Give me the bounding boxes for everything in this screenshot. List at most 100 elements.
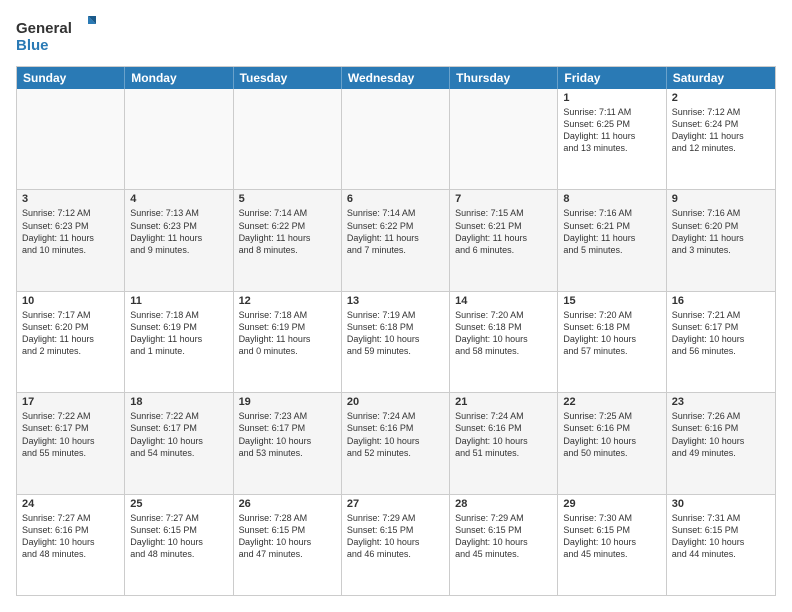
day-number: 10 [22,295,119,307]
day-number: 26 [239,498,336,510]
day-number: 3 [22,193,119,205]
calendar-cell: 24 Sunrise: 7:27 AMSunset: 6:16 PMDayligh… [17,495,125,595]
calendar-row-5: 24 Sunrise: 7:27 AMSunset: 6:16 PMDayligh… [17,494,775,595]
calendar-cell: 26Sunrise: 7:28 AMSunset: 6:15 PMDayligh… [234,495,342,595]
day-info: Sunrise: 7:27 AMSunset: 6:16 PMDaylight:… [22,512,119,561]
day-number: 13 [347,295,444,307]
page: General Blue SundayMondayTuesdayWednesda… [0,0,792,612]
calendar-cell [125,89,233,189]
day-info: Sunrise: 7:12 AMSunset: 6:24 PMDaylight:… [672,106,770,155]
calendar-cell: 20 Sunrise: 7:24 AMSunset: 6:16 PMDayligh… [342,393,450,493]
day-number: 18 [130,396,227,408]
calendar-row-3: 10 Sunrise: 7:17 AMSunset: 6:20 PMDayligh… [17,291,775,392]
calendar-cell: 6 Sunrise: 7:14 AMSunset: 6:22 PMDaylight… [342,190,450,290]
calendar-cell [342,89,450,189]
weekday-header-sunday: Sunday [17,67,125,89]
day-number: 7 [455,193,552,205]
day-info: Sunrise: 7:29 AMSunset: 6:15 PMDaylight:… [347,512,444,561]
day-number: 8 [563,193,660,205]
day-info: Sunrise: 7:16 AMSunset: 6:21 PMDaylight:… [563,207,660,256]
day-number: 24 [22,498,119,510]
day-number: 12 [239,295,336,307]
calendar-cell: 21 Sunrise: 7:24 AMSunset: 6:16 PMDayligh… [450,393,558,493]
day-info: Sunrise: 7:25 AMSunset: 6:16 PMDaylight:… [563,410,660,459]
calendar-header: SundayMondayTuesdayWednesdayThursdayFrid… [17,67,775,89]
day-info: Sunrise: 7:31 AMSunset: 6:15 PMDaylight:… [672,512,770,561]
day-number: 22 [563,396,660,408]
calendar-cell: 25 Sunrise: 7:27 AMSunset: 6:15 PMDayligh… [125,495,233,595]
calendar-body: 1Sunrise: 7:11 AMSunset: 6:25 PMDaylight… [17,89,775,595]
day-number: 17 [22,396,119,408]
calendar-cell: 1Sunrise: 7:11 AMSunset: 6:25 PMDaylight… [558,89,666,189]
calendar-cell [17,89,125,189]
calendar-cell: 19 Sunrise: 7:23 AMSunset: 6:17 PMDayligh… [234,393,342,493]
day-number: 14 [455,295,552,307]
calendar: SundayMondayTuesdayWednesdayThursdayFrid… [16,66,776,596]
weekday-header-wednesday: Wednesday [342,67,450,89]
day-info: Sunrise: 7:24 AMSunset: 6:16 PMDaylight:… [347,410,444,459]
calendar-cell: 3Sunrise: 7:12 AMSunset: 6:23 PMDaylight… [17,190,125,290]
calendar-cell: 14Sunrise: 7:20 AMSunset: 6:18 PMDayligh… [450,292,558,392]
calendar-cell: 28 Sunrise: 7:29 AMSunset: 6:15 PMDayligh… [450,495,558,595]
calendar-row-2: 3Sunrise: 7:12 AMSunset: 6:23 PMDaylight… [17,189,775,290]
day-number: 25 [130,498,227,510]
calendar-cell: 8 Sunrise: 7:16 AMSunset: 6:21 PMDaylight… [558,190,666,290]
day-number: 23 [672,396,770,408]
day-info: Sunrise: 7:13 AMSunset: 6:23 PMDaylight:… [130,207,227,256]
day-number: 5 [239,193,336,205]
calendar-cell: 15 Sunrise: 7:20 AMSunset: 6:18 PMDayligh… [558,292,666,392]
day-info: Sunrise: 7:29 AMSunset: 6:15 PMDaylight:… [455,512,552,561]
day-info: Sunrise: 7:21 AMSunset: 6:17 PMDaylight:… [672,309,770,358]
weekday-header-monday: Monday [125,67,233,89]
calendar-cell: 23 Sunrise: 7:26 AMSunset: 6:16 PMDayligh… [667,393,775,493]
calendar-cell: 13Sunrise: 7:19 AMSunset: 6:18 PMDayligh… [342,292,450,392]
calendar-cell: 27 Sunrise: 7:29 AMSunset: 6:15 PMDayligh… [342,495,450,595]
day-number: 27 [347,498,444,510]
day-info: Sunrise: 7:14 AMSunset: 6:22 PMDaylight:… [347,207,444,256]
day-info: Sunrise: 7:30 AMSunset: 6:15 PMDaylight:… [563,512,660,561]
calendar-cell [234,89,342,189]
day-number: 2 [672,92,770,104]
calendar-cell: 29 Sunrise: 7:30 AMSunset: 6:15 PMDayligh… [558,495,666,595]
calendar-cell: 22 Sunrise: 7:25 AMSunset: 6:16 PMDayligh… [558,393,666,493]
calendar-cell: 12Sunrise: 7:18 AMSunset: 6:19 PMDayligh… [234,292,342,392]
day-number: 1 [563,92,660,104]
weekday-header-thursday: Thursday [450,67,558,89]
calendar-cell: 7 Sunrise: 7:15 AMSunset: 6:21 PMDaylight… [450,190,558,290]
svg-text:General: General [16,20,72,37]
day-number: 29 [563,498,660,510]
calendar-cell: 17Sunrise: 7:22 AMSunset: 6:17 PMDayligh… [17,393,125,493]
day-number: 21 [455,396,552,408]
day-number: 28 [455,498,552,510]
day-number: 20 [347,396,444,408]
calendar-row-4: 17Sunrise: 7:22 AMSunset: 6:17 PMDayligh… [17,392,775,493]
calendar-cell: 30Sunrise: 7:31 AMSunset: 6:15 PMDayligh… [667,495,775,595]
header: General Blue [16,16,776,56]
day-number: 4 [130,193,227,205]
calendar-cell: 10 Sunrise: 7:17 AMSunset: 6:20 PMDayligh… [17,292,125,392]
svg-text:Blue: Blue [16,37,49,54]
calendar-cell: 18Sunrise: 7:22 AMSunset: 6:17 PMDayligh… [125,393,233,493]
calendar-row-1: 1Sunrise: 7:11 AMSunset: 6:25 PMDaylight… [17,89,775,189]
day-info: Sunrise: 7:16 AMSunset: 6:20 PMDaylight:… [672,207,770,256]
day-number: 19 [239,396,336,408]
calendar-cell: 16Sunrise: 7:21 AMSunset: 6:17 PMDayligh… [667,292,775,392]
day-info: Sunrise: 7:15 AMSunset: 6:21 PMDaylight:… [455,207,552,256]
day-info: Sunrise: 7:24 AMSunset: 6:16 PMDaylight:… [455,410,552,459]
day-info: Sunrise: 7:26 AMSunset: 6:16 PMDaylight:… [672,410,770,459]
calendar-cell [450,89,558,189]
weekday-header-saturday: Saturday [667,67,775,89]
logo-svg: General Blue [16,16,96,56]
weekday-header-friday: Friday [558,67,666,89]
day-info: Sunrise: 7:14 AMSunset: 6:22 PMDaylight:… [239,207,336,256]
day-info: Sunrise: 7:27 AMSunset: 6:15 PMDaylight:… [130,512,227,561]
calendar-cell: 5 Sunrise: 7:14 AMSunset: 6:22 PMDaylight… [234,190,342,290]
day-info: Sunrise: 7:17 AMSunset: 6:20 PMDaylight:… [22,309,119,358]
day-number: 6 [347,193,444,205]
calendar-cell: 4 Sunrise: 7:13 AMSunset: 6:23 PMDaylight… [125,190,233,290]
day-info: Sunrise: 7:20 AMSunset: 6:18 PMDaylight:… [563,309,660,358]
day-info: Sunrise: 7:18 AMSunset: 6:19 PMDaylight:… [130,309,227,358]
day-info: Sunrise: 7:23 AMSunset: 6:17 PMDaylight:… [239,410,336,459]
day-number: 9 [672,193,770,205]
day-number: 15 [563,295,660,307]
